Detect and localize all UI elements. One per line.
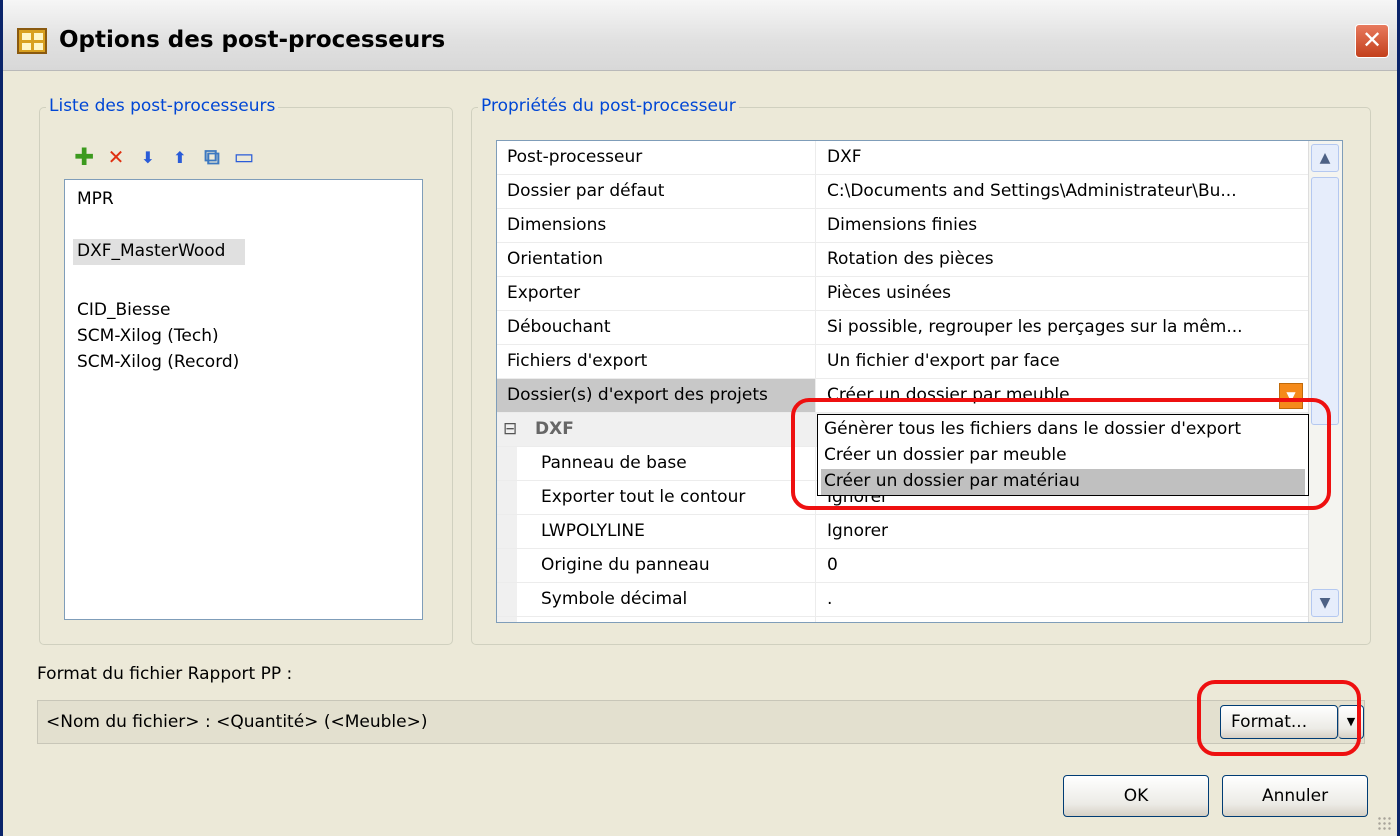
rename-icon[interactable]: ▭ (233, 145, 255, 170)
property-row[interactable]: Post-processeur DXF (497, 141, 1308, 175)
move-up-icon[interactable]: ⬆ (169, 146, 191, 168)
property-name: Orientation (507, 249, 603, 269)
app-icon (17, 28, 47, 54)
property-row[interactable]: Débouchant Si possible, regrouper les pe… (497, 311, 1308, 345)
list-item[interactable]: SCM-Xilog (Record) (77, 352, 239, 372)
property-name: Exporter (507, 283, 581, 303)
scroll-down-icon[interactable]: ▼ (1311, 589, 1339, 617)
move-down-icon[interactable]: ⬇ (137, 146, 159, 168)
property-name: Panneau de base (541, 453, 687, 473)
property-row[interactable]: LWPOLYLINE Ignorer (497, 515, 1308, 549)
properties-group-title: Propriétés du post-processeur (478, 96, 739, 116)
list-item[interactable]: MPR (77, 189, 114, 209)
ok-button-label: OK (1123, 786, 1149, 806)
property-row[interactable]: Orientation Rotation des pièces (497, 243, 1308, 277)
dropdown-highlight-annotation (791, 398, 1331, 510)
property-value[interactable]: C:\Documents and Settings\Administrateur… (827, 181, 1237, 201)
list-item[interactable]: SCM-Xilog (Tech) (77, 326, 219, 346)
property-row[interactable]: Origine du panneau 0 (497, 549, 1308, 583)
property-value[interactable]: Si possible, regrouper les perçages sur … (827, 317, 1243, 337)
property-name: Exporter tout le contour (541, 487, 746, 507)
resize-grip-icon[interactable] (1377, 816, 1391, 830)
property-value[interactable]: . (827, 589, 832, 609)
dialog-window: Options des post-processeurs ✕ Liste des… (0, 0, 1400, 836)
property-value[interactable]: Dimensions finies (827, 215, 977, 235)
property-value[interactable]: DXF (827, 147, 862, 167)
category-name: DXF (535, 419, 574, 439)
property-row[interactable]: Exporter Pièces usinées (497, 277, 1308, 311)
property-name: Dossier par défaut (507, 181, 665, 201)
property-grid[interactable]: Post-processeur DXF Dossier par défaut C… (496, 140, 1343, 623)
property-name: Post-processeur (507, 147, 643, 167)
property-value[interactable]: Pièces usinées (827, 283, 951, 303)
property-row[interactable]: Dossier par défaut C:\Documents and Sett… (497, 175, 1308, 209)
column-separator (815, 141, 816, 622)
list-group-title: Liste des post-processeurs (46, 96, 279, 116)
list-toolbar: ✚ ✕ ⬇ ⬆ ⧉ ▭ (73, 143, 255, 171)
report-format-label: Format du fichier Rapport PP : (37, 664, 293, 684)
collapse-icon[interactable]: ⊟ (503, 419, 517, 439)
property-row[interactable]: Symbole décimal . (497, 583, 1308, 617)
property-name: Symbole décimal (541, 589, 688, 609)
property-name: Fichiers d'export (507, 351, 648, 371)
property-value[interactable]: 0 (827, 555, 838, 575)
property-value[interactable]: Un fichier d'export par face (827, 351, 1060, 371)
window-title: Options des post-processeurs (59, 27, 446, 53)
report-format-value: <Nom du fichier> : <Quantité> (<Meuble>) (46, 712, 428, 732)
property-name: Dimensions (507, 215, 607, 235)
property-value[interactable]: Rotation des pièces (827, 249, 994, 269)
list-item-selected[interactable]: DXF_MasterWood (73, 239, 246, 265)
list-item[interactable]: CID_Biesse (77, 300, 171, 320)
title-bar[interactable]: Options des post-processeurs ✕ (3, 0, 1397, 71)
close-button[interactable]: ✕ (1355, 24, 1389, 58)
property-name: Débouchant (507, 317, 611, 337)
cancel-button[interactable]: Annuler (1222, 775, 1368, 817)
property-name: LWPOLYLINE (541, 521, 645, 541)
format-button-highlight-annotation (1197, 680, 1361, 756)
delete-icon[interactable]: ✕ (105, 145, 127, 169)
ok-button[interactable]: OK (1063, 775, 1209, 817)
scrollbar-thumb[interactable] (1311, 177, 1339, 425)
post-processor-list[interactable]: MPR DXF_MasterWood CID_Biesse SCM-Xilog … (64, 179, 423, 620)
property-name: Origine du panneau (541, 555, 710, 575)
property-value[interactable]: Ignorer (827, 521, 888, 541)
cancel-button-label: Annuler (1261, 786, 1329, 806)
property-row[interactable]: Fichiers d'export Un fichier d'export pa… (497, 345, 1308, 379)
scroll-up-icon[interactable]: ▲ (1311, 144, 1339, 172)
copy-icon[interactable]: ⧉ (201, 145, 223, 170)
property-row[interactable]: Dimensions Dimensions finies (497, 209, 1308, 243)
add-icon[interactable]: ✚ (73, 143, 95, 171)
vertical-scrollbar[interactable]: ▲ ▼ (1308, 141, 1342, 622)
property-name-selected: Dossier(s) d'export des projets (497, 379, 815, 412)
report-format-field[interactable]: <Nom du fichier> : <Quantité> (<Meuble>) (37, 700, 1365, 744)
